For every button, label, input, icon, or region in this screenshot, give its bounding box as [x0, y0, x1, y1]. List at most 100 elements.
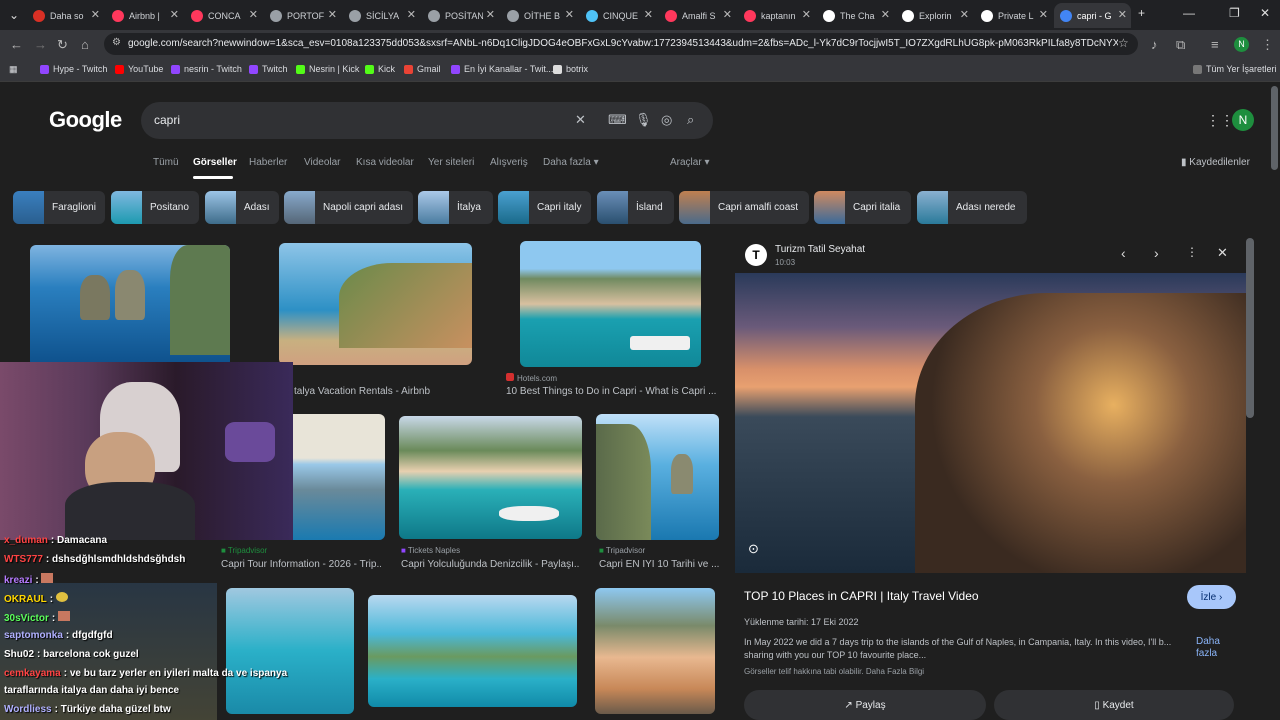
- mic-icon[interactable]: 🎙: [635, 112, 652, 128]
- chip[interactable]: İsland: [597, 191, 674, 224]
- forward-icon[interactable]: →: [34, 37, 47, 52]
- tab-close-icon[interactable]: ✕: [644, 8, 653, 21]
- share-button[interactable]: ↗ Paylaş: [744, 690, 986, 720]
- result-title[interactable]: Capri EN İYİ 10 Tarihi ve ...: [599, 559, 719, 570]
- result-source[interactable]: ■ Tripadvisor: [599, 546, 645, 555]
- result-image-8[interactable]: [368, 595, 577, 707]
- tab-close-icon[interactable]: ✕: [407, 8, 416, 21]
- next-icon[interactable]: ›: [1154, 245, 1159, 261]
- reload-icon[interactable]: ↻: [57, 37, 68, 53]
- browser-tab[interactable]: CONCA ✕: [185, 3, 262, 28]
- google-avatar[interactable]: N: [1232, 109, 1254, 131]
- tab-close-icon[interactable]: ✕: [1039, 8, 1048, 21]
- saved-button[interactable]: ▮ Kaydedilenler: [1181, 157, 1250, 168]
- restore-icon[interactable]: ❐: [1229, 6, 1240, 20]
- browser-tab[interactable]: capri - G ✕: [1054, 3, 1131, 28]
- chip[interactable]: Adası: [205, 191, 279, 224]
- result-image-2[interactable]: [279, 243, 472, 365]
- panel-scrollbar[interactable]: [1246, 238, 1254, 418]
- profile-avatar[interactable]: N: [1234, 37, 1249, 52]
- menu-icon[interactable]: ⋮: [1261, 37, 1274, 53]
- preview-image[interactable]: ⊙: [735, 273, 1246, 573]
- bookmark-star-icon[interactable]: ☆: [1118, 36, 1129, 50]
- browser-tab[interactable]: OİTHE B ✕: [501, 3, 578, 28]
- result-title[interactable]: 10 Best Things to Do in Capri - What is …: [506, 386, 716, 397]
- bookmark-item[interactable]: Gmail: [404, 64, 441, 74]
- result-image-6[interactable]: [596, 414, 719, 540]
- tab-videos[interactable]: Videolar: [304, 157, 341, 168]
- chip[interactable]: İtalya: [418, 191, 493, 224]
- site-info-icon[interactable]: ⚙: [112, 37, 121, 48]
- result-title[interactable]: Capri Yolculuğunda Denizcilik - Paylaşı.…: [401, 559, 579, 570]
- back-icon[interactable]: ←: [10, 37, 23, 52]
- browser-tab[interactable]: PORTOF ✕: [264, 3, 341, 28]
- chip[interactable]: Capri italia: [814, 191, 911, 224]
- bookmark-item[interactable]: Kick: [365, 64, 395, 74]
- minimize-icon[interactable]: —: [1183, 6, 1195, 20]
- result-image-3[interactable]: [520, 241, 701, 367]
- bookmark-item[interactable]: Nesrin | Kick: [296, 64, 359, 74]
- bookmark-item[interactable]: En İyi Kanallar - Twit...: [451, 64, 553, 74]
- tab-close-icon[interactable]: ✕: [328, 8, 337, 21]
- tab-search-icon[interactable]: ⌄: [9, 8, 19, 22]
- browser-tab[interactable]: Amalfi S ✕: [659, 3, 736, 28]
- tools-button[interactable]: Araçlar ▾: [670, 157, 710, 168]
- browser-tab[interactable]: CINQUE ✕: [580, 3, 657, 28]
- page-scrollbar[interactable]: [1271, 86, 1278, 170]
- chip[interactable]: Napoli capri adası: [284, 191, 413, 224]
- media-icon[interactable]: ≡: [1211, 37, 1219, 52]
- all-bookmarks[interactable]: Tüm Yer İşaretleri: [1193, 64, 1277, 74]
- tab-close-icon[interactable]: ✕: [802, 8, 811, 21]
- tab-more[interactable]: Daha fazla ▾: [543, 157, 599, 168]
- tab-close-icon[interactable]: ✕: [91, 8, 100, 21]
- result-image-1[interactable]: [30, 245, 230, 367]
- extensions-icon[interactable]: ⧉: [1176, 37, 1185, 53]
- tab-close-icon[interactable]: ✕: [249, 8, 258, 21]
- apps-icon[interactable]: ▦: [9, 64, 18, 75]
- tab-close-icon[interactable]: ✕: [565, 8, 574, 21]
- result-image-5[interactable]: [399, 416, 582, 539]
- search-box[interactable]: capri ✕ ⌨ 🎙 ◎ ⌕: [141, 102, 713, 139]
- chip[interactable]: Faraglioni: [13, 191, 105, 224]
- apps-grid-icon[interactable]: ⋮⋮: [1206, 112, 1234, 129]
- result-source[interactable]: ■ Tickets Naples: [401, 546, 460, 555]
- preview-source[interactable]: Turizm Tatil Seyahat: [775, 244, 865, 255]
- result-source[interactable]: Hotels.com: [506, 373, 557, 383]
- tab-all[interactable]: Tümü: [153, 157, 179, 168]
- browser-tab[interactable]: The Cha ✕: [817, 3, 894, 28]
- url-text[interactable]: google.com/search?newwindow=1&sca_esv=01…: [128, 38, 1118, 49]
- browser-tab[interactable]: POSİTAN ✕: [422, 3, 499, 28]
- bookmark-item[interactable]: botrix: [553, 64, 588, 74]
- license-notice[interactable]: Görseller telif hakkına tabi olabilir. D…: [744, 667, 924, 676]
- close-icon[interactable]: ✕: [1217, 245, 1228, 261]
- tab-short-videos[interactable]: Kısa videolar: [356, 157, 414, 168]
- tab-close-icon[interactable]: ✕: [1118, 8, 1127, 21]
- preview-title[interactable]: TOP 10 Places in CAPRI | Italy Travel Vi…: [744, 589, 979, 603]
- tab-close-icon[interactable]: ✕: [881, 8, 890, 21]
- tab-close-icon[interactable]: ✕: [486, 8, 495, 21]
- chip[interactable]: Capri amalfi coast: [679, 191, 809, 224]
- audio-icon[interactable]: ♪: [1151, 37, 1158, 52]
- keyboard-icon[interactable]: ⌨: [608, 112, 627, 128]
- bookmark-item[interactable]: nesrin - Twitch: [171, 64, 242, 74]
- tab-shopping[interactable]: Alışveriş: [490, 157, 528, 168]
- watch-button[interactable]: İzle ›: [1187, 585, 1236, 609]
- clear-icon[interactable]: ✕: [575, 112, 586, 128]
- tab-close-icon[interactable]: ✕: [960, 8, 969, 21]
- search-input[interactable]: capri: [154, 113, 180, 127]
- browser-tab[interactable]: Daha so ✕: [27, 3, 104, 28]
- result-title[interactable]: talya Vacation Rentals - Airbnb: [294, 386, 484, 397]
- result-image-9[interactable]: [595, 588, 715, 714]
- tab-close-icon[interactable]: ✕: [723, 8, 732, 21]
- more-options-icon[interactable]: ⋮: [1186, 245, 1198, 259]
- browser-tab[interactable]: kaptanın ✕: [738, 3, 815, 28]
- lens-icon[interactable]: ◎: [661, 112, 672, 128]
- prev-icon[interactable]: ‹: [1121, 245, 1126, 261]
- omnibox[interactable]: ⚙ google.com/search?newwindow=1&sca_esv=…: [104, 33, 1138, 55]
- more-link[interactable]: Daha fazla: [1196, 636, 1226, 660]
- bookmark-item[interactable]: Twitch: [249, 64, 288, 74]
- tab-places[interactable]: Yer siteleri: [428, 157, 474, 168]
- tab-close-icon[interactable]: ✕: [170, 8, 179, 21]
- chip[interactable]: Capri italy: [498, 191, 591, 224]
- browser-tab[interactable]: Private L ✕: [975, 3, 1052, 28]
